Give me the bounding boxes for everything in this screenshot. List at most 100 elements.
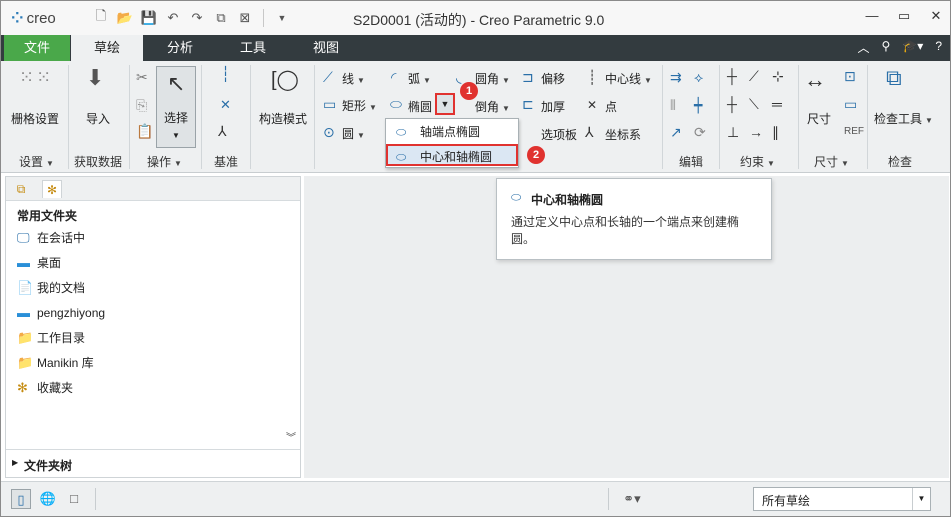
paste-icon[interactable]: 📋 [136, 123, 153, 139]
fillet-icon: ◟ [456, 69, 462, 85]
help-icon[interactable]: ? [935, 39, 942, 56]
setup-group-label[interactable]: 设置 ▼ [19, 153, 54, 170]
copy-icon[interactable]: ⎘ [136, 97, 147, 113]
datum-point-icon[interactable]: ✕ [220, 97, 231, 113]
nav-item-favorites[interactable]: ✻ 收藏夹 [17, 378, 73, 398]
modify-icon[interactable]: ⇉ [670, 69, 682, 85]
offset-icon: ⊐ [522, 69, 534, 85]
save-icon[interactable]: 💾 [139, 8, 159, 28]
nav-item-my-documents[interactable]: 📄 我的文档 [17, 278, 85, 298]
library-folder-icon: 📁 [17, 355, 34, 370]
mirror-icon[interactable]: ⫴ [670, 97, 676, 113]
nav-item-manikin-library[interactable]: 📁 Manikin 库 [17, 353, 94, 373]
datum-centerline-icon[interactable]: ┆ [221, 67, 230, 83]
midpoint-constraint-icon[interactable]: ⊹ [772, 68, 784, 84]
tooltip-body: 通过定义中心点和长轴的一个端点来创建椭圆。 [511, 215, 740, 246]
folder-tree-section[interactable]: ▶ 文件夹树 [6, 449, 300, 477]
tab-file[interactable]: 文件 [4, 35, 70, 61]
datum-group-label: 基准 [214, 155, 239, 169]
corner-icon[interactable]: ↗ [670, 124, 682, 140]
collapse-ribbon-icon[interactable]: ︿ [858, 39, 870, 56]
reference-icon[interactable]: REF [844, 124, 864, 140]
menu-item-axis-ends-ellipse[interactable]: ⬭ 轴端点椭圆 [388, 121, 516, 143]
parallel-constraint-icon[interactable]: ∥ [772, 124, 779, 140]
line-icon: ⟋ [323, 69, 333, 85]
nav-item-user[interactable]: ▬ pengzhiyong [17, 303, 105, 323]
perimeter-icon[interactable]: ⊡ [844, 68, 856, 84]
nav-item-in-session[interactable]: 🖵 在会话中 [17, 228, 85, 248]
coordinate-system-icon: ⅄ [585, 124, 594, 140]
close-window-icon[interactable]: ⊠ [235, 8, 255, 28]
tab-analysis[interactable]: 分析 [144, 35, 216, 61]
inspect-tools-button[interactable]: 检查工具 ▼ [874, 110, 933, 127]
full-screen-icon[interactable]: □ [64, 489, 84, 509]
nav-item-desktop[interactable]: ▬ 桌面 [17, 253, 61, 273]
perpendicular-constraint-icon[interactable]: ⊥ [727, 124, 739, 140]
horizontal-constraint-icon[interactable]: ┼ [727, 96, 737, 112]
computer-icon: ▬ [17, 305, 30, 320]
divide-icon[interactable]: ┿ [694, 97, 702, 113]
selection-filter-select[interactable]: 所有草绘 ▼ [753, 487, 931, 511]
ellipse-tooltip: ⬭ 中心和轴椭圆 通过定义中心点和长轴的一个端点来创建椭圆。 [496, 178, 772, 260]
tab-sketch[interactable]: 草绘 [71, 35, 143, 61]
tangent-constraint-icon[interactable]: ⟋ [749, 68, 759, 84]
nav-item-working-directory[interactable]: 📁 工作目录 [17, 328, 85, 348]
graduation-cap-icon[interactable]: 🎓▾ [902, 39, 923, 56]
fillet-button[interactable]: 圆角 ▼ [475, 70, 510, 87]
palette-button[interactable]: 选项板 [541, 126, 577, 143]
tab-tools[interactable]: 工具 [217, 35, 289, 61]
arc-button[interactable]: 弧 ▼ [408, 70, 431, 87]
ellipse-button[interactable]: 椭圆 [408, 98, 432, 115]
minimize-icon[interactable]: — [864, 6, 880, 26]
vertical-constraint-icon[interactable]: ┼ [727, 68, 737, 84]
chamfer-button[interactable]: 倒角 ▼ [475, 98, 510, 115]
ellipse-icon: ⬭ [511, 190, 522, 204]
offset-button[interactable]: 偏移 [541, 70, 565, 87]
cut-icon[interactable]: ✂ [136, 69, 148, 85]
new-file-icon[interactable]: 🗋 [91, 8, 111, 28]
operations-group-label[interactable]: 操作 ▼ [147, 153, 182, 170]
rotate-resize-icon[interactable]: ⟳ [694, 124, 706, 140]
point-button[interactable]: 点 [605, 98, 617, 115]
customize-toolbar-icon[interactable]: ▼ [272, 8, 292, 28]
undo-icon[interactable]: ↶ [163, 8, 183, 28]
maximize-icon[interactable]: ▭ [896, 6, 912, 26]
symmetric-constraint-icon[interactable]: → [749, 124, 763, 140]
grid-settings-button[interactable]: 栅格设置 [11, 110, 59, 127]
coincident-constraint-icon[interactable]: ⟍ [749, 96, 759, 112]
search-icon[interactable]: ⚲ [882, 39, 891, 56]
centerline-button[interactable]: 中心线 ▼ [605, 70, 652, 87]
constrain-group-label[interactable]: 约束 ▼ [740, 153, 775, 170]
folder-browser-tab-icon[interactable]: ✻ [42, 180, 62, 198]
coordinate-system-button[interactable]: 坐标系 [605, 126, 641, 143]
construction-mode-button[interactable]: 构造模式 [259, 110, 307, 127]
creo-logo-icon: ⁘ [11, 10, 24, 27]
rectangle-button[interactable]: 矩形 ▼ [342, 97, 377, 114]
tab-view[interactable]: 视图 [290, 35, 362, 61]
baseline-icon[interactable]: ▭ [844, 96, 857, 112]
find-binoculars-icon[interactable]: ⚭▾ [614, 489, 650, 509]
import-icon: ⬇ [86, 65, 105, 90]
construction-mode-icon: [◯ [271, 69, 299, 91]
datum-coordsys-icon[interactable]: ⅄ [218, 123, 227, 139]
expand-chevron-icon[interactable]: ︾ [286, 429, 296, 444]
import-button[interactable]: 导入 [86, 110, 110, 127]
equal-constraint-icon[interactable]: ═ [772, 96, 782, 112]
ellipse-dropdown-button[interactable]: ▼ [435, 93, 455, 115]
dimension-group-label[interactable]: 尺寸 ▼ [814, 153, 849, 170]
status-bar: ▯ 🌐 □ ⚭▾ 所有草绘 ▼ [1, 481, 950, 516]
regenerate-icon[interactable]: ⧉ [211, 8, 231, 28]
model-tree-tab-icon[interactable]: ⧉ [11, 180, 31, 198]
thicken-button[interactable]: 加厚 [541, 98, 565, 115]
dimension-button[interactable]: 尺寸 [807, 110, 831, 127]
circle-button[interactable]: 圆 ▼ [342, 125, 365, 142]
line-button[interactable]: 线 ▼ [342, 70, 365, 87]
redo-icon[interactable]: ↷ [187, 8, 207, 28]
close-icon[interactable]: ✕ [928, 6, 944, 26]
navigator-toggle-icon[interactable]: ▯ [11, 489, 31, 509]
select-button[interactable]: ↖ 选择 ▼ [156, 66, 196, 148]
browser-globe-icon[interactable]: 🌐 [38, 489, 58, 509]
open-folder-icon[interactable]: 📂 [115, 8, 135, 28]
delete-segment-icon[interactable]: ⟡ [694, 69, 703, 85]
menu-item-center-axis-ellipse[interactable]: ⬭ 中心和轴椭圆 [386, 144, 518, 166]
